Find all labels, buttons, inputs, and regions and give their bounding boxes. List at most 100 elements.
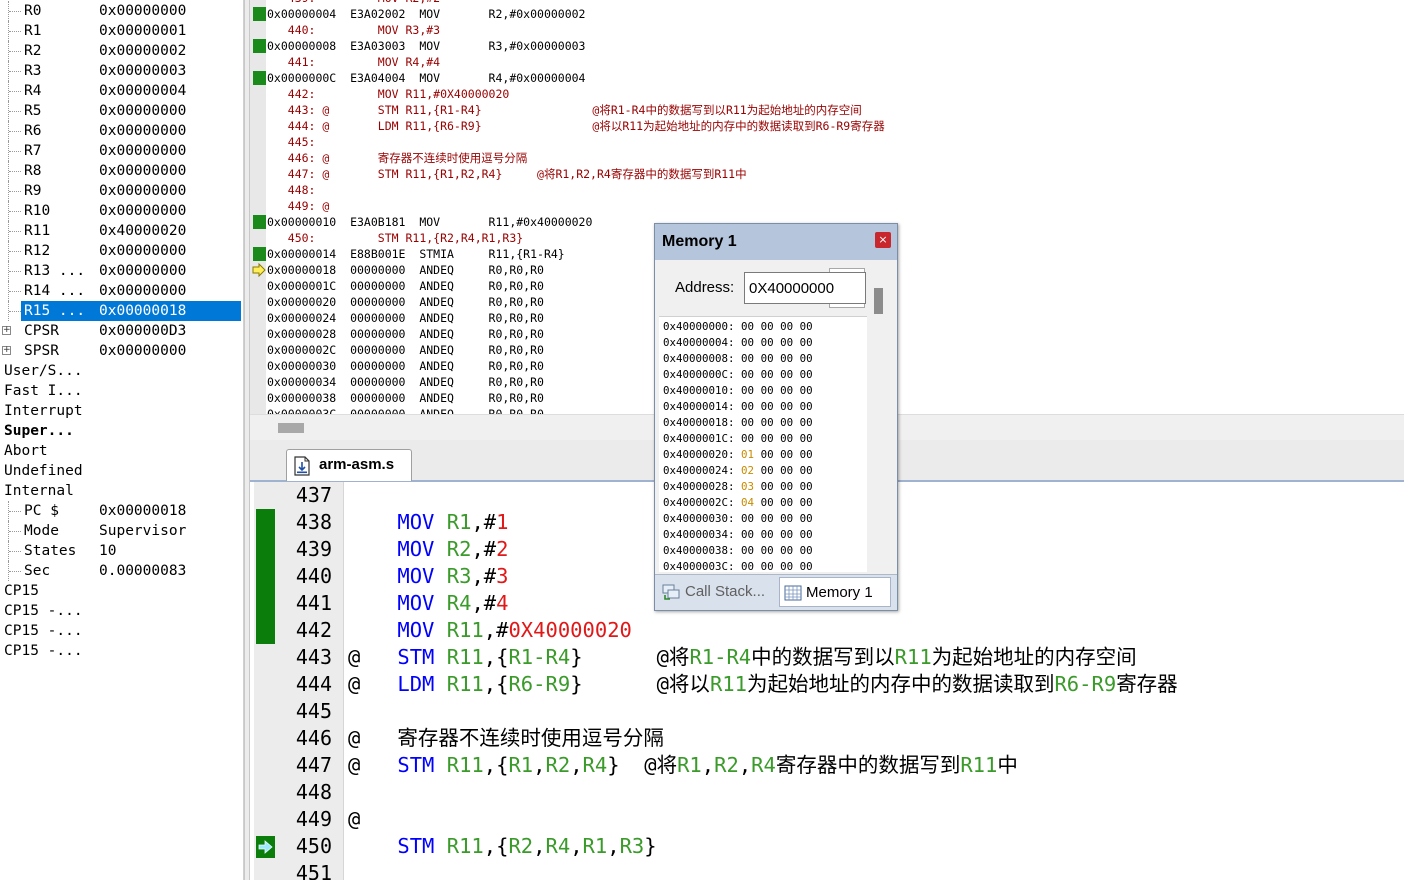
disassembly-source-line[interactable]: 443: @ STM R11,{R1-R4} @将R1-R4中的数据写到以R11… [267, 102, 862, 118]
register-row[interactable]: R9 0x00000000 [0, 181, 244, 201]
register-row[interactable]: States 10 [0, 541, 244, 561]
disassembly-instruction[interactable]: 0x00000010 E3A0B181 MOV R11,#0x40000020 [267, 214, 592, 230]
expand-icon[interactable]: + [2, 346, 11, 355]
code-line[interactable]: @ [348, 806, 360, 833]
memory-byte[interactable]: 00 [800, 336, 813, 349]
register-row[interactable]: Internal [0, 481, 244, 501]
memory-row[interactable]: 0x40000028: 03 00 00 00 [663, 479, 813, 495]
memory-byte[interactable]: 00 [780, 368, 793, 381]
memory-row[interactable]: 0x40000030: 00 00 00 00 [663, 511, 813, 527]
memory-byte[interactable]: 00 [761, 400, 774, 413]
register-row[interactable]: CP15 -... [0, 641, 244, 661]
disassembly-source-line[interactable]: 442: MOV R11,#0X40000020 [267, 86, 510, 102]
memory-vertical-scrollbar[interactable] [871, 284, 883, 570]
register-value[interactable]: 0x00000000 [99, 341, 186, 361]
code-line[interactable]: @ LDM R11,{R6-R9} @将以R11为起始地址的内存中的数据读取到R… [348, 671, 1178, 698]
memory-byte[interactable]: 00 [800, 320, 813, 333]
register-row[interactable]: Undefined [0, 461, 244, 481]
register-value[interactable]: 0x00000002 [99, 41, 186, 61]
register-row[interactable]: R0 0x00000000 [0, 1, 244, 21]
disassembly-instruction[interactable]: 0x00000038 00000000 ANDEQ R0,R0,R0 [267, 390, 544, 406]
code-line[interactable]: STM R11,{R2,R4,R1,R3} [348, 833, 656, 860]
register-row[interactable]: CP15 -... [0, 601, 244, 621]
code-line[interactable]: MOV R11,#0X40000020 [348, 617, 632, 644]
disassembly-source-line[interactable]: 446: @ 寄存器不连续时使用逗号分隔 [267, 150, 528, 166]
register-row[interactable]: R5 0x00000000 [0, 101, 244, 121]
disassembly-instruction[interactable]: 0x00000018 00000000 ANDEQ R0,R0,R0 [267, 262, 544, 278]
memory-byte[interactable]: 00 [780, 528, 793, 541]
memory-byte[interactable]: 00 [800, 480, 813, 493]
disassembly-instruction[interactable]: 0x00000028 00000000 ANDEQ R0,R0,R0 [267, 326, 544, 342]
memory-byte[interactable]: 00 [741, 400, 754, 413]
register-value[interactable]: 0x00000000 [99, 121, 186, 141]
memory-byte[interactable]: 00 [761, 528, 774, 541]
memory-byte[interactable]: 00 [761, 544, 774, 557]
memory-byte[interactable]: 00 [780, 544, 793, 557]
disassembly-source-line[interactable]: 445: [267, 134, 316, 150]
memory-byte[interactable]: 00 [761, 416, 774, 429]
tab-memory-1[interactable]: Memory 1 [779, 577, 891, 607]
memory-byte[interactable]: 00 [780, 560, 793, 573]
memory-byte[interactable]: 00 [800, 464, 813, 477]
memory-byte[interactable]: 00 [780, 512, 793, 525]
disassembly-instruction[interactable]: 0x00000014 E88B001E STMIA R11,{R1-R4} [267, 246, 565, 262]
memory-byte[interactable]: 00 [800, 368, 813, 381]
memory-byte[interactable]: 00 [741, 544, 754, 557]
memory-byte[interactable]: 00 [761, 336, 774, 349]
register-row[interactable]: R7 0x00000000 [0, 141, 244, 161]
memory-byte[interactable]: 00 [800, 400, 813, 413]
register-value[interactable]: 0x00000000 [99, 141, 186, 161]
register-row[interactable]: Fast I... [0, 381, 244, 401]
memory-row[interactable]: 0x4000002C: 04 00 00 00 [663, 495, 813, 511]
memory-byte[interactable]: 00 [800, 448, 813, 461]
register-row[interactable]: R3 0x00000003 [0, 61, 244, 81]
disassembly-source-line[interactable]: 448: [267, 182, 316, 198]
register-row[interactable]: R11 0x40000020 [0, 221, 244, 241]
memory-byte[interactable]: 00 [780, 496, 793, 509]
memory-byte[interactable]: 04 [741, 496, 754, 509]
code-line[interactable]: MOV R2,#2 [348, 536, 508, 563]
register-row[interactable]: R10 0x00000000 [0, 201, 244, 221]
disassembly-instruction[interactable]: 0x0000001C 00000000 ANDEQ R0,R0,R0 [267, 278, 544, 294]
memory-byte[interactable]: 00 [761, 448, 774, 461]
register-value[interactable]: 0x00000003 [99, 61, 186, 81]
memory-byte[interactable]: 00 [800, 416, 813, 429]
memory-row[interactable]: 0x40000020: 01 00 00 00 [663, 447, 813, 463]
register-value[interactable]: 0x00000000 [99, 101, 186, 121]
memory-row[interactable]: 0x40000010: 00 00 00 00 [663, 383, 813, 399]
memory-byte[interactable]: 00 [800, 432, 813, 445]
tab-arm-asm-file[interactable]: arm-asm.s [286, 449, 412, 481]
memory-byte[interactable]: 00 [741, 384, 754, 397]
memory-byte[interactable]: 00 [780, 336, 793, 349]
disassembly-source-line[interactable]: 444: @ LDM R11,{R6-R9} @将以R11为起始地址的内存中的数… [267, 118, 885, 134]
memory-byte[interactable]: 00 [800, 352, 813, 365]
register-value[interactable]: 0.00000083 [99, 561, 186, 581]
disassembly-instruction[interactable]: 0x00000030 00000000 ANDEQ R0,R0,R0 [267, 358, 544, 374]
register-value[interactable]: 0x00000001 [99, 21, 186, 41]
register-row[interactable]: CP15 -... [0, 621, 244, 641]
register-row[interactable]: R14 ... 0x00000000 [0, 281, 244, 301]
register-value[interactable]: Supervisor [99, 521, 186, 541]
memory-byte[interactable]: 03 [741, 480, 754, 493]
memory-row[interactable]: 0x40000014: 00 00 00 00 [663, 399, 813, 415]
register-value[interactable]: 0x000000D3 [99, 321, 186, 341]
disassembly-instruction[interactable]: 0x0000002C 00000000 ANDEQ R0,R0,R0 [267, 342, 544, 358]
memory-byte[interactable]: 00 [761, 512, 774, 525]
memory-byte[interactable]: 00 [780, 400, 793, 413]
disassembly-source-line[interactable]: 440: MOV R3,#3 [267, 22, 440, 38]
disassembly-source-line[interactable]: 441: MOV R4,#4 [267, 54, 440, 70]
register-row[interactable]: R2 0x00000002 [0, 41, 244, 61]
memory-byte[interactable]: 00 [741, 432, 754, 445]
memory-row[interactable]: 0x40000018: 00 00 00 00 [663, 415, 813, 431]
memory-byte[interactable]: 02 [741, 464, 754, 477]
memory-byte[interactable]: 00 [780, 480, 793, 493]
register-value[interactable]: 10 [99, 541, 116, 561]
register-value[interactable]: 0x00000018 [99, 301, 186, 321]
register-value[interactable]: 0x00000000 [99, 241, 186, 261]
disassembly-instruction[interactable]: 0x0000000C E3A04004 MOV R4,#0x00000004 [267, 70, 586, 86]
register-row[interactable]: CP15 [0, 581, 244, 601]
memory-byte[interactable]: 00 [761, 560, 774, 573]
register-value[interactable]: 0x00000018 [99, 501, 186, 521]
memory-byte[interactable]: 00 [761, 352, 774, 365]
register-row[interactable]: Interrupt [0, 401, 244, 421]
